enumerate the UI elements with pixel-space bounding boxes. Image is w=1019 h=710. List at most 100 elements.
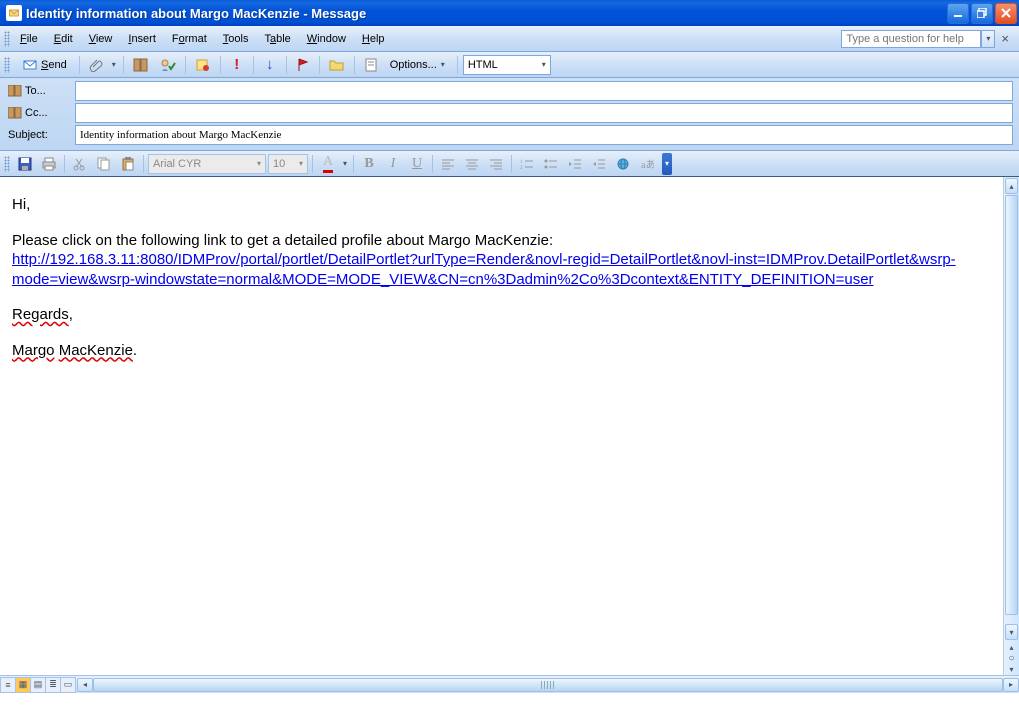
vertical-scrollbar[interactable]: ▴ ▾ ▴ ○ ▾ xyxy=(1003,177,1019,675)
body-intro: Please click on the following link to ge… xyxy=(12,232,553,249)
menu-format[interactable]: Format xyxy=(164,30,215,48)
to-input[interactable] xyxy=(75,81,1013,101)
cut-button[interactable] xyxy=(69,153,91,175)
decrease-indent-button[interactable] xyxy=(564,153,586,175)
prev-page-button[interactable]: ▴ xyxy=(1004,641,1019,653)
permission-button[interactable] xyxy=(191,54,215,76)
book-icon xyxy=(8,85,22,97)
help-search-dropdown[interactable]: ▾ xyxy=(981,30,995,48)
normal-view-button[interactable]: ≡ xyxy=(0,677,16,693)
address-area: To... Cc... Subject: xyxy=(0,78,1019,151)
subject-input[interactable] xyxy=(75,125,1013,145)
check-names-button[interactable] xyxy=(156,54,180,76)
toolbar-grip[interactable] xyxy=(4,57,10,73)
outline-view-button[interactable]: ≣ xyxy=(45,677,61,693)
font-color-dropdown[interactable]: ▾ xyxy=(341,159,349,168)
toolbar-grip[interactable] xyxy=(4,156,10,172)
toolbar-grip[interactable] xyxy=(4,31,10,47)
menu-window[interactable]: Window xyxy=(299,30,354,48)
insert-file-button[interactable] xyxy=(325,54,349,76)
statusbar: ≡ ▦ ▤ ≣ ▭ ◂ ▸ xyxy=(0,675,1019,693)
menu-help[interactable]: Help xyxy=(354,30,393,48)
attach-button[interactable] xyxy=(85,54,107,76)
font-color-button[interactable]: A xyxy=(317,153,339,175)
web-view-button[interactable]: ▦ xyxy=(15,677,31,693)
copy-icon xyxy=(97,157,111,171)
scroll-right-button[interactable]: ▸ xyxy=(1003,678,1019,692)
menubar: File Edit View Insert Format Tools Table… xyxy=(0,26,1019,52)
select-browse-button[interactable]: ○ xyxy=(1004,653,1019,663)
body-signature-first: Margo xyxy=(12,342,55,359)
hscroll-track[interactable] xyxy=(93,678,1003,692)
menu-insert[interactable]: Insert xyxy=(120,30,164,48)
body-regards: Regards xyxy=(12,306,69,323)
message-format-dropdown[interactable]: HTML ▾ xyxy=(463,55,551,75)
flag-icon xyxy=(296,58,310,72)
save-button[interactable] xyxy=(14,153,36,175)
message-body[interactable]: Hi, Please click on the following link t… xyxy=(0,177,1003,675)
restore-button[interactable] xyxy=(971,3,993,24)
bold-button[interactable]: B xyxy=(358,153,380,175)
flag-button[interactable] xyxy=(292,54,314,76)
italic-button[interactable]: I xyxy=(382,153,404,175)
toolbar-options-button[interactable]: ▾ xyxy=(662,153,672,175)
bold-icon: B xyxy=(364,156,373,172)
send-icon xyxy=(22,57,38,73)
body-link[interactable]: http://192.168.3.11:8080/IDMProv/portal/… xyxy=(12,251,956,288)
send-button[interactable]: Send xyxy=(15,54,74,76)
scroll-up-button[interactable]: ▴ xyxy=(1005,178,1018,194)
scroll-down-button[interactable]: ▾ xyxy=(1005,624,1018,640)
indent-icon xyxy=(592,158,606,170)
print-view-button[interactable]: ▤ xyxy=(30,677,46,693)
reading-view-button[interactable]: ▭ xyxy=(60,677,76,693)
text-icon: aあ xyxy=(640,158,654,170)
next-page-button[interactable]: ▾ xyxy=(1004,663,1019,675)
minimize-button[interactable] xyxy=(947,3,969,24)
align-center-icon xyxy=(465,158,479,170)
scroll-track[interactable] xyxy=(1004,195,1019,623)
align-center-button[interactable] xyxy=(461,153,483,175)
menu-tools[interactable]: Tools xyxy=(215,30,257,48)
options-button[interactable]: Options...▾ xyxy=(385,54,452,76)
cc-input[interactable] xyxy=(75,103,1013,123)
help-search-input[interactable] xyxy=(841,30,981,48)
scroll-thumb[interactable] xyxy=(1005,195,1018,615)
increase-indent-button[interactable] xyxy=(588,153,610,175)
hscroll-thumb[interactable] xyxy=(93,678,1003,692)
close-button[interactable] xyxy=(995,3,1017,24)
menu-view[interactable]: View xyxy=(81,30,121,48)
options-icon-button[interactable] xyxy=(360,54,382,76)
underline-button[interactable]: U xyxy=(406,153,428,175)
down-arrow-icon: ↓ xyxy=(266,56,274,73)
menu-edit[interactable]: Edit xyxy=(46,30,81,48)
horizontal-scrollbar[interactable]: ◂ ▸ xyxy=(77,677,1019,693)
print-button[interactable] xyxy=(38,153,60,175)
bullet-list-button[interactable] xyxy=(540,153,562,175)
font-size-dropdown[interactable]: 10▾ xyxy=(268,154,308,174)
attach-dropdown[interactable]: ▾ xyxy=(110,60,118,69)
copy-button[interactable] xyxy=(93,153,115,175)
numbered-list-button[interactable]: 12 xyxy=(516,153,538,175)
to-button[interactable]: To... xyxy=(3,81,75,101)
paste-button[interactable] xyxy=(117,153,139,175)
bullet-list-icon xyxy=(544,158,558,170)
cc-button[interactable]: Cc... xyxy=(3,103,75,123)
scroll-left-button[interactable]: ◂ xyxy=(77,678,93,692)
book-icon xyxy=(133,58,149,72)
insert-object-button[interactable]: aあ xyxy=(636,153,658,175)
address-book-button[interactable] xyxy=(129,54,153,76)
align-left-button[interactable] xyxy=(437,153,459,175)
svg-text:1: 1 xyxy=(520,160,523,165)
align-right-icon xyxy=(489,158,503,170)
menu-table[interactable]: Table xyxy=(256,30,298,48)
close-doc-button[interactable]: × xyxy=(995,31,1015,46)
menu-file[interactable]: File xyxy=(12,30,46,48)
insert-hyperlink-button[interactable] xyxy=(612,153,634,175)
importance-low-button[interactable]: ↓ xyxy=(259,54,281,76)
book-icon xyxy=(8,107,22,119)
align-right-button[interactable] xyxy=(485,153,507,175)
print-icon xyxy=(42,157,56,171)
font-dropdown[interactable]: Arial CYR▾ xyxy=(148,154,266,174)
importance-high-button[interactable]: ! xyxy=(226,54,248,76)
svg-text:aあ: aあ xyxy=(641,159,654,170)
